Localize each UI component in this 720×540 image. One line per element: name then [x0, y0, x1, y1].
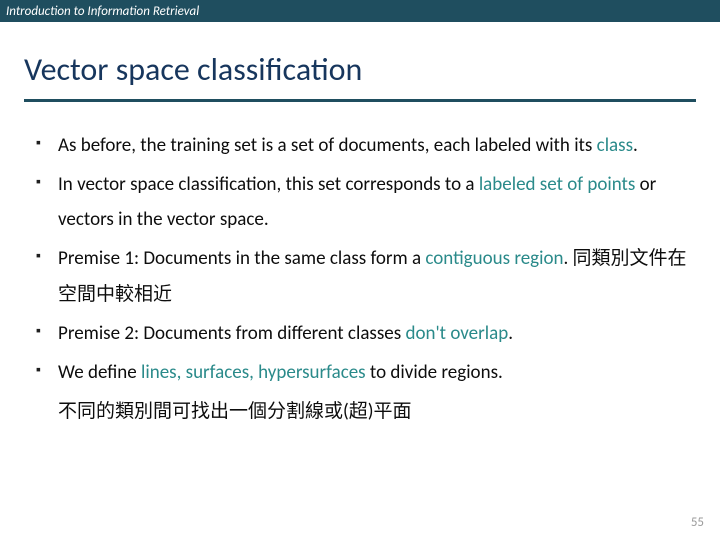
bullet-text-em: class: [597, 134, 633, 157]
page-number: 55: [691, 515, 704, 530]
bullet-item: In vector space classification, this set…: [36, 167, 688, 237]
bullet-text-post: .: [633, 134, 638, 157]
bullet-item: As before, the training set is a set of …: [36, 128, 688, 163]
bullet-text-em: contiguous region: [425, 247, 563, 270]
bullet-list: As before, the training set is a set of …: [36, 128, 688, 390]
content-area: As before, the training set is a set of …: [0, 102, 720, 429]
bullet-item: Premise 2: Documents from different clas…: [36, 316, 688, 351]
bullet-text-pre: In vector space classification, this set…: [58, 173, 479, 196]
bullet-text-pre: We define: [58, 361, 141, 384]
bullet-text-em: labeled set of points: [479, 173, 636, 196]
bullet-text-pre: As before, the training set is a set of …: [58, 134, 597, 157]
course-title: Introduction to Information Retrieval: [0, 4, 199, 19]
header-bar: Introduction to Information Retrieval: [0, 0, 720, 22]
bullet-item: Premise 1: Documents in the same class f…: [36, 241, 688, 311]
bullet-text-pre: Premise 1: Documents in the same class f…: [58, 247, 425, 270]
bullet-item: We define lines, surfaces, hypersurfaces…: [36, 355, 688, 390]
bullet-text-em: don't overlap: [405, 322, 508, 345]
bullet-text-pre: Premise 2: Documents from different clas…: [58, 322, 405, 345]
bullet-text-em: lines, surfaces, hypersurfaces: [141, 361, 366, 384]
trailing-text: 不同的類別間可找出一個分割線或(超)平面: [36, 394, 688, 429]
slide-title: Vector space classification: [24, 50, 696, 89]
bullet-text-post: .: [508, 322, 513, 345]
bullet-text-post: to divide regions.: [366, 361, 503, 384]
title-area: Vector space classification: [0, 22, 720, 95]
